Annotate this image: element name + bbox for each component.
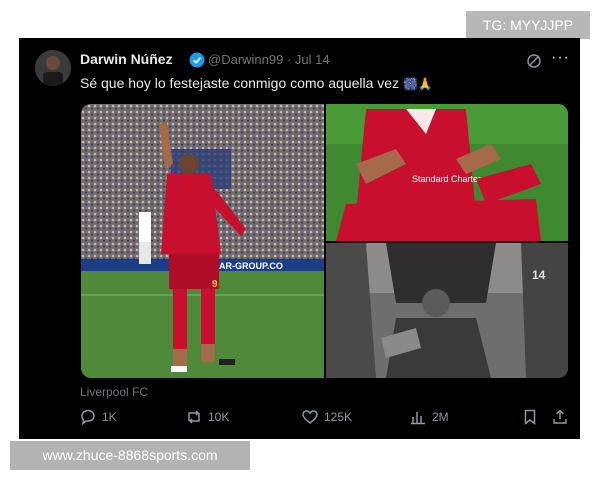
verified-badge-icon bbox=[189, 52, 205, 68]
tweet-card: Darwin Núñez @Darwinn99 · Jul 14 ··· Sé … bbox=[19, 38, 580, 439]
thumbs-up-kneel-photo[interactable]: Standard Chartered bbox=[326, 104, 568, 241]
repost-count: 10K bbox=[208, 410, 230, 424]
action-bar: 1K 10K 125K 2M bbox=[79, 408, 569, 430]
bookmark-icon bbox=[524, 409, 536, 426]
views-button[interactable]: 2M bbox=[409, 408, 449, 426]
tg-badge: TG: MYYJJPP bbox=[466, 11, 590, 39]
celebration-wave-photo[interactable]: AR-GROUP.CO 9 bbox=[81, 104, 324, 378]
repost-icon bbox=[188, 410, 200, 424]
share-button[interactable] bbox=[551, 408, 569, 426]
share-icon bbox=[553, 409, 567, 424]
bookmark-button[interactable] bbox=[521, 408, 539, 426]
views-count: 2M bbox=[432, 410, 449, 424]
like-count: 125K bbox=[324, 410, 353, 424]
team-huddle-photo[interactable]: 14 bbox=[326, 243, 568, 378]
avatar[interactable] bbox=[35, 50, 71, 86]
repost-button[interactable]: 10K bbox=[185, 408, 229, 426]
reply-count: 1K bbox=[102, 410, 117, 424]
watermark-banner: www.zhuce-8868sports.com bbox=[10, 441, 250, 470]
tweet-text: Sé que hoy lo festejaste conmigo como aq… bbox=[80, 75, 433, 91]
tweet-body: Sé que hoy lo festejaste conmigo como aq… bbox=[80, 75, 400, 91]
author-name[interactable]: Darwin Núñez bbox=[80, 51, 173, 67]
like-button[interactable]: 125K bbox=[301, 408, 352, 426]
media-source[interactable]: Liverpool FC bbox=[80, 385, 148, 399]
ad-hoarding-text: AR-GROUP.CO bbox=[219, 261, 283, 271]
shirt-number-right: 14 bbox=[532, 268, 546, 282]
media-grid: AR-GROUP.CO 9 Standard Chartered 14 bbox=[81, 104, 568, 378]
more-options-icon[interactable]: ··· bbox=[551, 49, 570, 67]
reply-button[interactable]: 1K bbox=[79, 408, 117, 426]
views-chart-icon bbox=[411, 412, 425, 425]
emoji: 🎆🙏 bbox=[402, 77, 433, 91]
author-handle-date[interactable]: @Darwinn99 · Jul 14 bbox=[208, 52, 330, 67]
reply-icon bbox=[81, 409, 95, 426]
grok-icon[interactable] bbox=[526, 53, 542, 69]
heart-icon bbox=[302, 410, 318, 424]
shirt-number: 9 bbox=[212, 279, 218, 290]
